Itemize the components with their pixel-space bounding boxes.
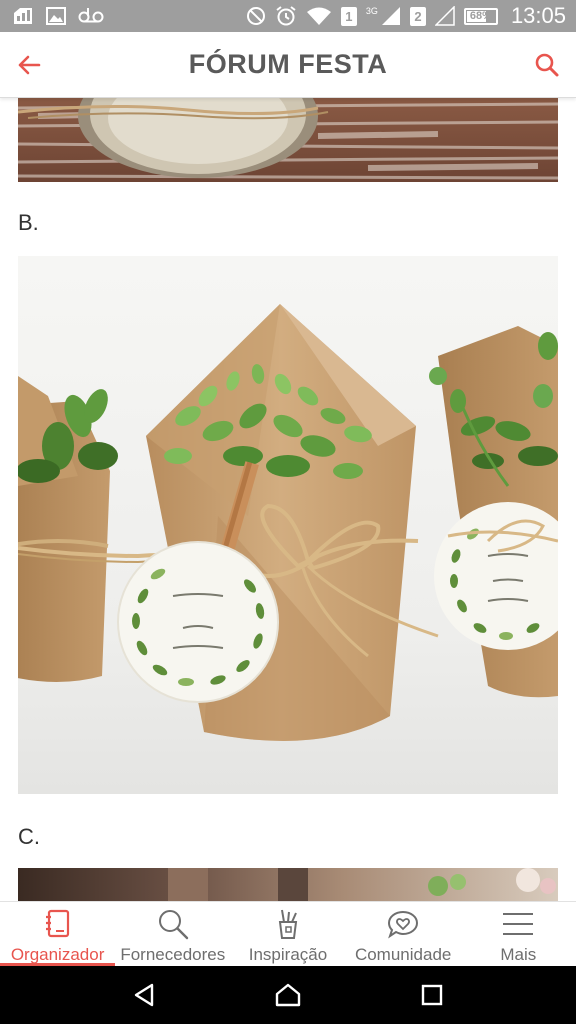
post-content: B. C. xyxy=(0,98,576,901)
nav-fornecedores[interactable]: Fornecedores xyxy=(115,902,230,966)
home-icon xyxy=(275,983,301,1007)
nav-comunidade[interactable]: Comunidade xyxy=(346,902,461,966)
sim-slot-2-icon: 2 xyxy=(409,6,426,26)
search-icon xyxy=(535,53,559,77)
back-button[interactable] xyxy=(14,50,44,80)
photo-option-a[interactable] xyxy=(18,98,558,182)
image-icon xyxy=(46,7,66,25)
system-recents-button[interactable] xyxy=(360,966,504,1024)
wooden-table-jar-image xyxy=(18,98,558,182)
menu-icon xyxy=(502,908,534,940)
search-button[interactable] xyxy=(532,50,562,80)
bottom-navigation: Organizador Fornecedores Inspiração Comu… xyxy=(0,901,576,966)
nav-label-comunidade: Comunidade xyxy=(354,945,452,964)
signal-empty-icon xyxy=(434,6,455,26)
system-back-button[interactable] xyxy=(72,966,216,1024)
nav-mais[interactable]: Mais xyxy=(461,902,576,966)
nav-label-mais: Mais xyxy=(500,945,537,964)
battery-icon: 68% xyxy=(463,7,498,25)
succulent-favors-image xyxy=(18,256,558,794)
system-home-button[interactable] xyxy=(216,966,360,1024)
notebook-icon xyxy=(45,908,71,940)
voicemail-icon xyxy=(78,7,104,25)
nav-inspiracao[interactable]: Inspiração xyxy=(230,902,345,966)
option-c-label: C. xyxy=(18,824,40,849)
nav-label-inspiracao: Inspiração xyxy=(248,945,328,964)
system-navigation-bar xyxy=(0,966,576,1024)
signal-icon xyxy=(381,6,401,26)
battery-percent: 68% xyxy=(469,10,492,22)
app-screen: 1 3G 2 68% 13:05 FÓRUM FESTA B. C. Organ… xyxy=(0,0,576,1024)
sim-card-icon xyxy=(12,7,34,25)
nav-label-fornecedores: Fornecedores xyxy=(120,945,226,964)
photo-option-b[interactable] xyxy=(18,256,558,794)
party-table-image xyxy=(18,868,558,901)
network-type: 3G xyxy=(365,6,378,16)
alarm-icon xyxy=(275,5,297,27)
wifi-icon xyxy=(306,6,332,26)
do-not-disturb-icon xyxy=(246,6,266,26)
app-bar: FÓRUM FESTA xyxy=(0,32,576,98)
recents-icon xyxy=(421,984,443,1006)
clock: 13:05 xyxy=(510,3,566,28)
chat-heart-icon xyxy=(387,908,419,940)
photo-option-c[interactable] xyxy=(18,868,558,901)
magnifier-icon xyxy=(157,908,189,940)
page-title: FÓRUM FESTA xyxy=(188,49,388,79)
sim-slot-1-icon: 1 xyxy=(340,6,357,26)
option-b-label: B. xyxy=(18,210,39,235)
nav-label-organizador: Organizador xyxy=(10,945,105,964)
arrow-left-icon xyxy=(18,55,41,75)
pencil-cup-icon xyxy=(274,908,302,940)
status-bar: 1 3G 2 68% 13:05 xyxy=(0,0,576,32)
back-triangle-icon xyxy=(134,983,154,1007)
nav-organizador[interactable]: Organizador xyxy=(0,902,116,966)
